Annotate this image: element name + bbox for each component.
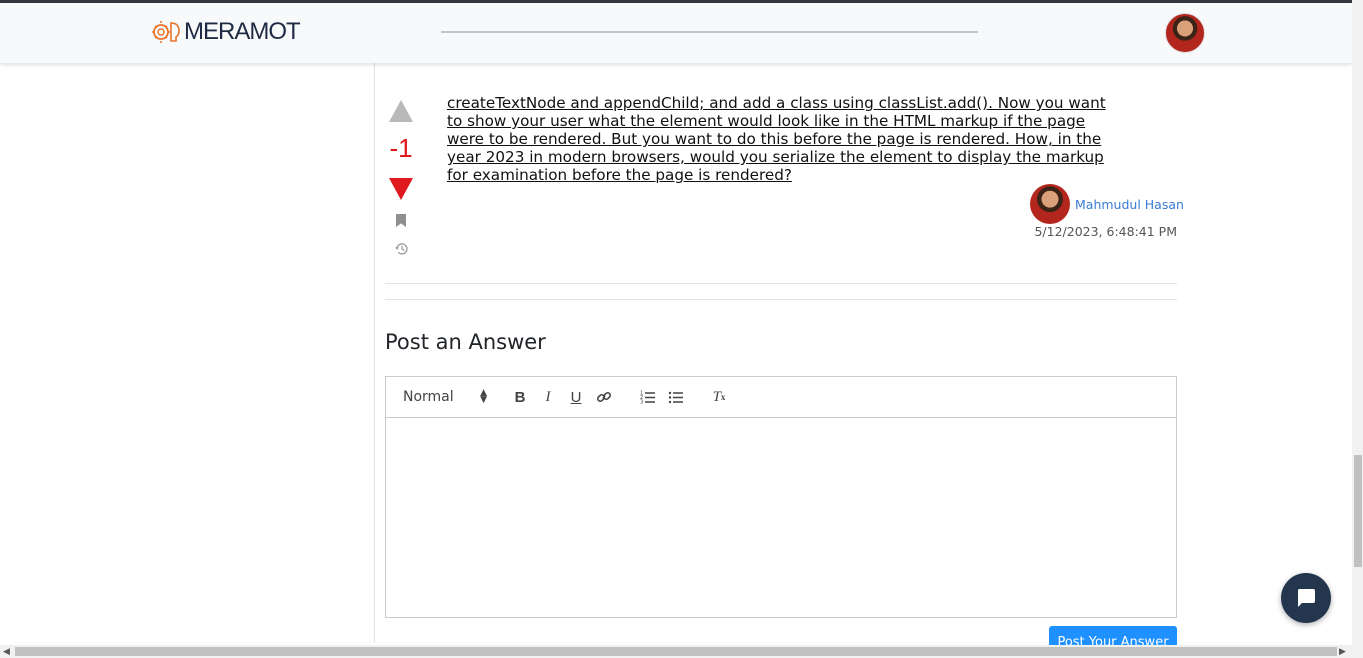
site-logo[interactable]: MERAMOT [152, 16, 301, 48]
answer-heading: Post an Answer [385, 330, 546, 354]
vertical-scrollbar[interactable] [1352, 0, 1363, 645]
bookmark-icon[interactable] [396, 214, 406, 227]
answer-editor: Normal ▲ ▼ B I U 1 2 3 T x [385, 376, 1177, 618]
history-icon[interactable] [394, 241, 409, 256]
clear-format-sub: x [720, 392, 726, 402]
bullet-list-button[interactable] [664, 385, 688, 409]
author-card: Mahmudul Hasan [1030, 184, 1184, 224]
format-select[interactable]: Normal ▲ ▼ [395, 385, 491, 409]
link-button[interactable] [592, 385, 616, 409]
bullet-list-icon [668, 391, 683, 404]
ordered-list-button[interactable]: 1 2 3 [636, 385, 660, 409]
question-body[interactable]: createTextNode and appendChild; and add … [447, 94, 1117, 184]
chat-button[interactable] [1281, 573, 1331, 623]
italic-button[interactable]: I [536, 385, 560, 409]
user-avatar[interactable] [1165, 13, 1205, 53]
select-caret-icon: ▲ ▼ [480, 388, 487, 405]
divider [385, 283, 1177, 284]
downvote-icon[interactable] [389, 178, 413, 200]
svg-text:3: 3 [640, 400, 643, 406]
post-date: 5/12/2023, 6:48:41 PM [1034, 224, 1177, 239]
underline-button[interactable]: U [564, 385, 588, 409]
logo-icon [152, 21, 180, 43]
upvote-icon[interactable] [389, 100, 413, 122]
logo-text: MERAMOT [184, 18, 301, 45]
editor-toolbar: Normal ▲ ▼ B I U 1 2 3 T x [386, 377, 1176, 418]
search-bar[interactable] [441, 31, 978, 33]
sidebar-divider [374, 63, 375, 643]
horizontal-scrollbar-thumb[interactable] [15, 647, 1337, 656]
scroll-right-icon[interactable]: ▶ [1339, 647, 1346, 657]
vote-score: -1 [389, 133, 413, 163]
ordered-list-icon: 1 2 3 [640, 391, 655, 406]
vertical-scrollbar-thumb[interactable] [1354, 455, 1362, 567]
clear-format-button[interactable]: Tx [707, 385, 731, 409]
author-avatar[interactable] [1030, 184, 1070, 224]
divider [385, 299, 1177, 300]
answer-text-area[interactable] [386, 418, 1176, 617]
chat-icon [1298, 589, 1315, 607]
format-select-value: Normal [403, 389, 454, 405]
clear-format-icon: T [712, 388, 721, 405]
navbar: MERAMOT [0, 3, 1352, 63]
author-name-link[interactable]: Mahmudul Hasan [1075, 197, 1184, 212]
bold-button[interactable]: B [508, 385, 532, 409]
link-icon [596, 391, 612, 403]
horizontal-scrollbar[interactable]: ◀ ▶ [0, 645, 1363, 658]
scroll-left-icon[interactable]: ◀ [3, 647, 10, 657]
